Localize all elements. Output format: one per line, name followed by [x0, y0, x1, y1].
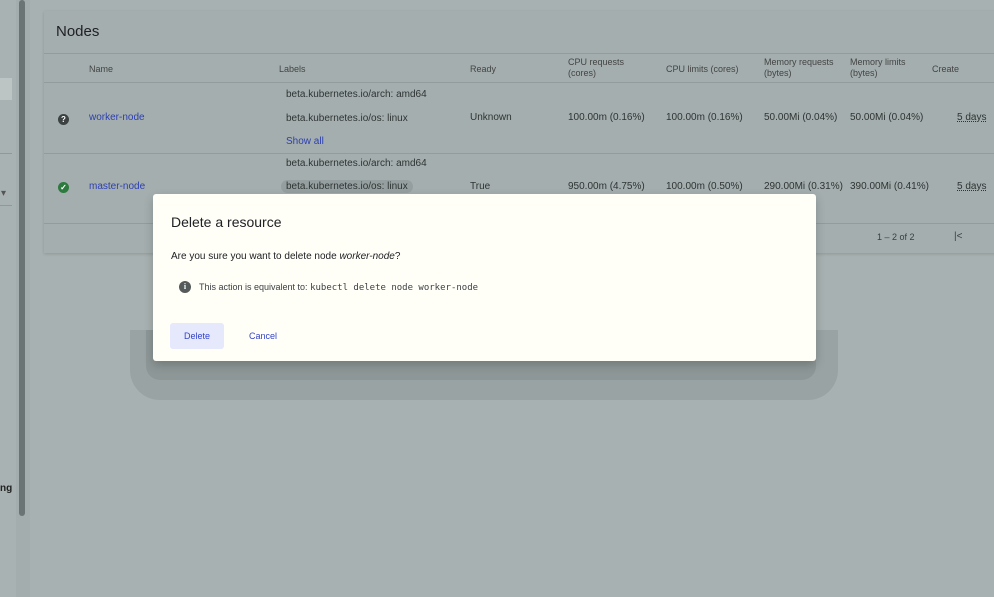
info-icon: i [179, 281, 191, 293]
sidebar-divider [0, 205, 12, 206]
column-header-memory-requests[interactable]: Memory requests (bytes) [764, 57, 850, 79]
cancel-button[interactable]: Cancel [241, 323, 285, 349]
ready-status: True [470, 181, 491, 192]
dialog-title: Delete a resource [171, 214, 282, 230]
dialog-info: This action is equivalent to: kubectl de… [199, 282, 478, 293]
label-chip: beta.kubernetes.io/os: linux [281, 180, 413, 193]
column-header-cpu-limits[interactable]: CPU limits (cores) [666, 64, 739, 75]
check-icon: ✓ [58, 182, 69, 193]
ready-status: Unknown [470, 112, 512, 123]
label-chip: beta.kubernetes.io/arch: amd64 [286, 158, 427, 169]
table-row: ? worker-node beta.kubernetes.io/arch: a… [44, 83, 994, 154]
node-name-link[interactable]: worker-node [89, 112, 145, 123]
label-chip-text: beta.kubernetes.io/os: linux [281, 180, 413, 193]
first-page-button[interactable]: |< [954, 231, 962, 242]
sidebar-selected-item[interactable] [0, 78, 12, 100]
kubectl-command: kubectl delete node worker-node [310, 283, 479, 293]
memory-limits-value: 50.00Mi (0.04%) [850, 112, 924, 123]
created-age[interactable]: 5 days [957, 112, 986, 123]
table-header: Name Labels Ready CPU requests (cores) C… [44, 53, 994, 83]
column-header-name[interactable]: Name [89, 64, 113, 75]
column-header-labels: Labels [279, 64, 306, 74]
delete-resource-dialog: Delete a resource Are you sure you want … [153, 194, 816, 361]
column-header-ready[interactable]: Ready [470, 64, 496, 75]
sidebar-scrollbar-thumb[interactable] [19, 0, 25, 516]
memory-requests-value: 50.00Mi (0.04%) [764, 112, 838, 123]
cpu-requests-value: 100.00m (0.16%) [568, 112, 645, 123]
column-header-cpu-requests[interactable]: CPU requests (cores) [568, 57, 648, 79]
dialog-info-prefix: This action is equivalent to: [199, 282, 311, 292]
delete-button[interactable]: Delete [170, 323, 224, 349]
show-all-link[interactable]: Show all [286, 136, 324, 147]
chevron-down-icon[interactable]: ▾ [1, 188, 6, 199]
memory-limits-value: 390.00Mi (0.41%) [850, 181, 929, 192]
column-header-created[interactable]: Create [932, 64, 959, 75]
column-header-memory-limits[interactable]: Memory limits (bytes) [850, 57, 922, 79]
created-age[interactable]: 5 days [957, 181, 986, 192]
label-chip: beta.kubernetes.io/arch: amd64 [286, 89, 427, 100]
sidebar: ▾ ng [0, 0, 16, 597]
dialog-question: Are you sure you want to delete node wor… [171, 251, 400, 262]
cpu-limits-value: 100.00m (0.16%) [666, 112, 743, 123]
card-title: Nodes [56, 23, 100, 40]
node-name: worker-node [339, 251, 395, 262]
memory-requests-value: 290.00Mi (0.31%) [764, 181, 843, 192]
dialog-question-suffix: ? [394, 251, 401, 262]
dialog-question-prefix: Are you sure you want to delete node [171, 251, 340, 262]
cpu-requests-value: 950.00m (4.75%) [568, 181, 645, 192]
node-name-link[interactable]: master-node [89, 181, 145, 192]
pagination-range: 1 – 2 of 2 [877, 232, 915, 242]
sidebar-item-label[interactable]: ng [0, 483, 12, 494]
label-chip: beta.kubernetes.io/os: linux [286, 113, 408, 124]
cpu-limits-value: 100.00m (0.50%) [666, 181, 743, 192]
question-icon: ? [58, 114, 69, 125]
sidebar-divider [0, 153, 12, 154]
